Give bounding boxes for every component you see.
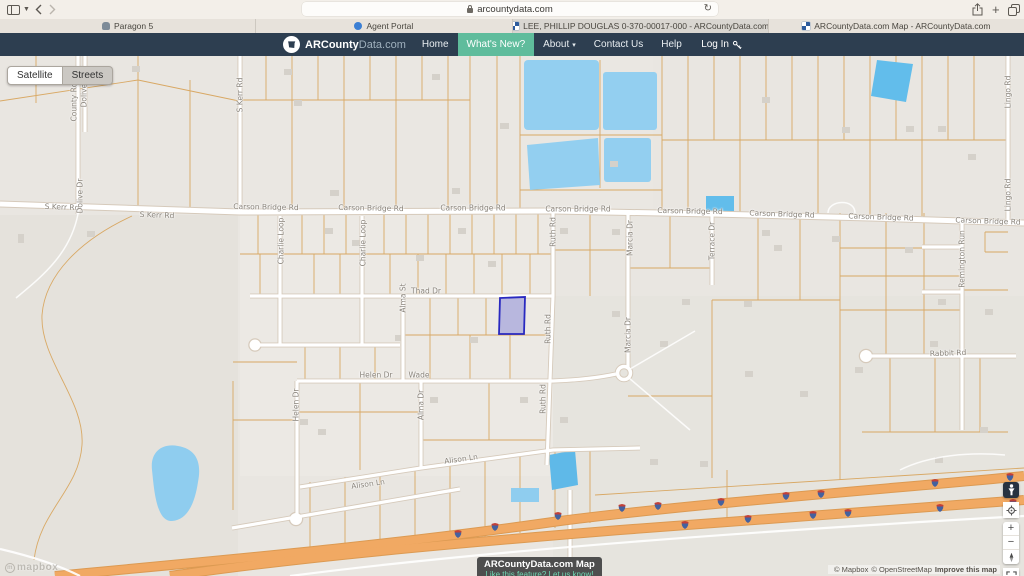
street-label: Carson Bridge Rd <box>545 205 610 214</box>
street-label: Carson Bridge Rd <box>338 203 404 213</box>
compass-button[interactable] <box>1003 550 1019 564</box>
chevron-down-icon[interactable]: ▼ <box>23 2 30 17</box>
street-label: Carson Bridge Rd <box>233 202 299 212</box>
street-label: Ruth Rd <box>539 384 548 414</box>
street-label: Carson Bridge Rd <box>440 204 505 213</box>
street-view-pegman-button[interactable] <box>1003 482 1019 498</box>
selected-parcel[interactable] <box>499 297 525 334</box>
share-icon[interactable] <box>972 2 983 17</box>
street-label: Alma Dr <box>417 390 426 420</box>
attribution-osm-link[interactable]: © OpenStreetMap <box>871 565 932 574</box>
street-label: Alma St <box>399 283 408 312</box>
satellite-button[interactable]: Satellite <box>7 66 63 85</box>
new-tab-icon[interactable]: + <box>992 2 1000 17</box>
brand-bold: ARCounty <box>305 39 359 51</box>
tab-paragon[interactable]: Paragon 5 <box>0 19 255 33</box>
street-label: S Kerr Rd <box>45 202 80 212</box>
arcountydata-logo[interactable] <box>283 36 300 53</box>
geolocate-button[interactable] <box>1003 502 1019 518</box>
url-text: arcountydata.com <box>477 4 553 15</box>
map-canvas[interactable]: S Kerr Rd S Kerr Rd Carson Bridge Rd Carson… <box>0 56 1024 576</box>
street-label: Carson Bridge Rd <box>657 206 723 216</box>
tab-overview-icon[interactable] <box>1008 2 1020 17</box>
street-label: Terrace Dr <box>708 222 717 261</box>
map-info-tooltip: ARCountyData.com Map Like this feature? … <box>477 557 602 576</box>
tooltip-title: ARCountyData.com Map <box>484 560 595 570</box>
agent-portal-favicon <box>354 22 362 30</box>
tab-title: ARCountyData.com Map - ARCountyData.com <box>814 21 990 31</box>
caret-down-icon: ▾ <box>572 42 576 49</box>
fullscreen-control <box>1003 568 1019 576</box>
arcountydata-favicon <box>512 22 520 30</box>
street-label: Helen Dr <box>292 389 301 422</box>
tab-strip: Paragon 5 Agent Portal LEE, PHILLIP DOUG… <box>0 19 1024 33</box>
url-field[interactable]: arcountydata.com ↻ <box>302 2 718 16</box>
street-label: Thad Dr <box>411 287 441 296</box>
geolocate-control <box>1003 502 1019 518</box>
street-label: Lingo Rd <box>1004 179 1013 212</box>
zoom-control: + − <box>1003 522 1019 564</box>
street-label: S Kerr Rd <box>140 210 175 220</box>
zoom-in-button[interactable]: + <box>1003 522 1019 536</box>
zoom-out-button[interactable]: − <box>1003 536 1019 550</box>
street-label: Remington Run <box>958 230 967 287</box>
brand-light: Data.com <box>359 39 406 51</box>
improve-map-link[interactable]: Improve this map <box>935 565 997 574</box>
street-label: S Kerr Rd <box>236 78 245 113</box>
street-label: Charlie Loop <box>277 218 286 265</box>
street-label: Marcia Dr <box>626 220 635 256</box>
street-label: Helen Dr <box>360 371 393 380</box>
tooltip-feedback-link[interactable]: Like this feature? Let us know! <box>484 570 595 576</box>
nav-item-home[interactable]: Home <box>413 33 458 56</box>
street-label: Lingo Rd <box>1004 76 1013 109</box>
key-icon <box>732 40 742 50</box>
sidebar-icon[interactable] <box>7 2 20 17</box>
arcountydata-favicon <box>802 22 810 30</box>
map-attribution: © Mapbox© OpenStreetMapImprove this map <box>828 565 1000 574</box>
street-label: Ruth Rd <box>549 217 558 247</box>
nav-item-whats-new[interactable]: What's New? <box>458 33 535 56</box>
nav-item-about[interactable]: About▾ <box>534 33 585 56</box>
mapbox-logo-text: mapbox <box>17 562 58 573</box>
back-button[interactable] <box>35 2 42 17</box>
tab-map[interactable]: ARCountyData.com Map - ARCountyData.com <box>768 19 1024 33</box>
tab-parcel-record[interactable]: LEE, PHILLIP DOUGLAS 0-370-00017-000 - A… <box>512 19 768 33</box>
tab-title: Agent Portal <box>366 21 413 31</box>
street-label: Wade <box>409 371 430 380</box>
street-label: Marcia Dr <box>624 317 633 353</box>
tab-agent-portal[interactable]: Agent Portal <box>255 19 511 33</box>
nav-item-contact[interactable]: Contact Us <box>585 33 652 56</box>
streets-button[interactable]: Streets <box>63 66 114 85</box>
street-label: Dolive Dr <box>76 179 85 214</box>
forward-button[interactable] <box>49 2 56 17</box>
nav-item-label: About <box>543 39 569 50</box>
brand-text[interactable]: ARCountyData.com <box>305 39 406 51</box>
mapbox-logo[interactable]: m mapbox <box>5 562 58 573</box>
map-style-toggle: Satellite Streets <box>7 66 113 85</box>
street-label: Rabbit Rd <box>930 348 967 358</box>
browser-toolbar: ▼ arcountydata.com ↻ + <box>0 0 1024 20</box>
street-label: Ruth Rd <box>544 314 553 344</box>
site-navbar: ARCountyData.com Home What's New? About▾… <box>0 33 1024 56</box>
lock-icon <box>467 8 473 13</box>
reload-icon[interactable]: ↻ <box>704 3 712 14</box>
fullscreen-button[interactable] <box>1003 568 1019 576</box>
mapbox-logo-icon: m <box>5 563 15 573</box>
attribution-mapbox-link[interactable]: © Mapbox <box>834 565 868 574</box>
tab-title: LEE, PHILLIP DOUGLAS 0-370-00017-000 - A… <box>523 21 768 31</box>
tab-title: Paragon 5 <box>114 21 153 31</box>
paragon-favicon <box>102 22 110 30</box>
map-artwork <box>0 56 1024 576</box>
street-label: Charlie Loop <box>359 220 368 267</box>
nav-item-help[interactable]: Help <box>652 33 691 56</box>
login-button[interactable]: Log In <box>701 39 742 50</box>
login-label: Log In <box>701 39 729 50</box>
